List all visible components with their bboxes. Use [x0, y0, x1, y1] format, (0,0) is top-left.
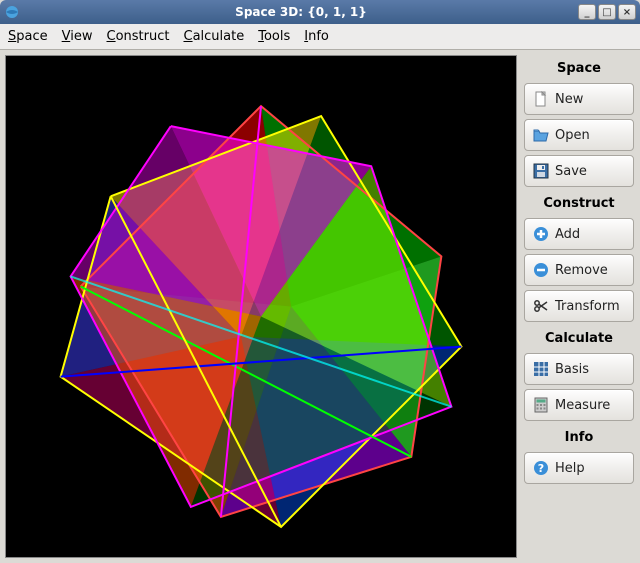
transform-button[interactable]: Transform: [524, 290, 634, 322]
plus-circle-icon: [533, 226, 549, 242]
button-label: Remove: [555, 263, 608, 278]
sidebar: Space New Open Save Construct Add Remove…: [522, 50, 640, 563]
svg-text:?: ?: [538, 462, 544, 475]
button-label: Transform: [555, 299, 620, 314]
button-label: Help: [555, 461, 585, 476]
menu-bar: Space View Construct Calculate Tools Inf…: [0, 24, 640, 50]
minus-circle-icon: [533, 262, 549, 278]
close-button[interactable]: ×: [618, 4, 636, 20]
new-button[interactable]: New: [524, 83, 634, 115]
3d-viewport[interactable]: [5, 55, 517, 558]
window-titlebar: Space 3D: {0, 1, 1} _ □ ×: [0, 0, 640, 24]
menu-info[interactable]: Info: [304, 29, 329, 44]
floppy-save-icon: [533, 163, 549, 179]
folder-open-icon: [533, 127, 549, 143]
help-button[interactable]: ? Help: [524, 452, 634, 484]
basis-button[interactable]: Basis: [524, 353, 634, 385]
save-button[interactable]: Save: [524, 155, 634, 187]
minimize-button[interactable]: _: [578, 4, 596, 20]
grid-blue-icon: [533, 361, 549, 377]
section-title-construct: Construct: [524, 191, 634, 214]
measure-button[interactable]: Measure: [524, 389, 634, 421]
button-label: New: [555, 92, 583, 107]
button-label: Open: [555, 128, 590, 143]
file-new-icon: [533, 91, 549, 107]
menu-space[interactable]: Space: [8, 29, 48, 44]
section-title-info: Info: [524, 425, 634, 448]
add-button[interactable]: Add: [524, 218, 634, 250]
scissors-icon: [533, 298, 549, 314]
button-label: Add: [555, 227, 580, 242]
menu-view[interactable]: View: [62, 29, 93, 44]
menu-tools[interactable]: Tools: [258, 29, 290, 44]
section-title-space: Space: [524, 56, 634, 79]
maximize-button[interactable]: □: [598, 4, 616, 20]
help-icon: ?: [533, 460, 549, 476]
menu-construct[interactable]: Construct: [107, 29, 170, 44]
window-title: Space 3D: {0, 1, 1}: [24, 5, 578, 19]
calculator-icon: [533, 397, 549, 413]
button-label: Measure: [555, 398, 610, 413]
button-label: Basis: [555, 362, 589, 377]
remove-button[interactable]: Remove: [524, 254, 634, 286]
polyhedra-render: [6, 56, 516, 557]
open-button[interactable]: Open: [524, 119, 634, 151]
section-title-calculate: Calculate: [524, 326, 634, 349]
button-label: Save: [555, 164, 587, 179]
app-icon: [4, 4, 20, 20]
menu-calculate[interactable]: Calculate: [183, 29, 244, 44]
